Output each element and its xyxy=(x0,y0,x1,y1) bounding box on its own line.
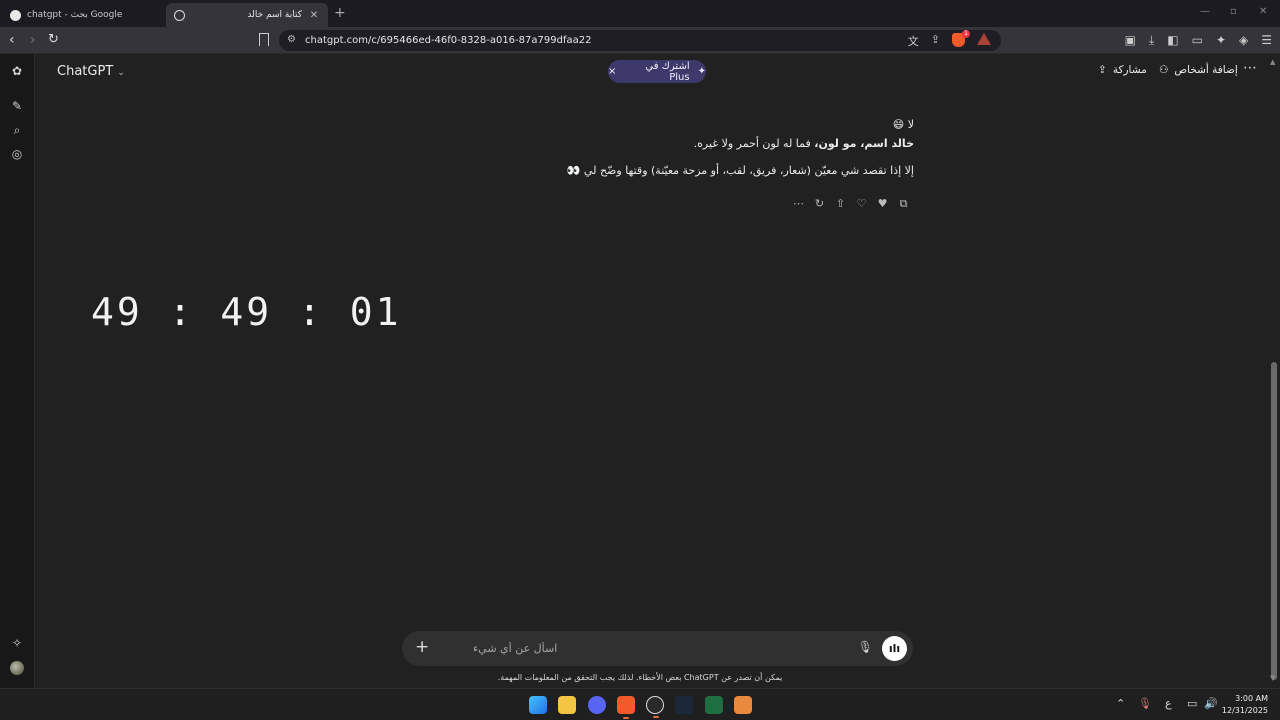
browser-tab-bar: chatgpt - بحث Google كتابة اسم خالد ✕ + … xyxy=(0,0,1280,27)
assistant-message: لا 😄 خالد اسم، مو لون، فما له لون أحمر و… xyxy=(414,115,914,180)
microphone-icon[interactable]: 🎙 xyxy=(858,640,873,654)
add-people-label: إضافة أشخاص xyxy=(1174,64,1238,76)
input-language[interactable]: ع xyxy=(1165,697,1172,710)
voice-mode-button[interactable]: ılı xyxy=(882,636,907,661)
upgrade-sparkle-icon[interactable]: ✧ xyxy=(10,636,24,650)
wallet-icon[interactable]: ▭ xyxy=(1192,33,1203,48)
more-actions-icon[interactable]: ⋯ xyxy=(792,197,805,210)
scrollbar[interactable]: ▲ ▼ xyxy=(1268,54,1280,688)
maximize-icon[interactable]: ▫ xyxy=(1230,6,1237,17)
share-button[interactable]: ⇪ مشاركة xyxy=(1098,64,1147,76)
chevron-down-icon: ⌄ xyxy=(117,68,125,78)
model-selector[interactable]: ChatGPT ⌄ xyxy=(57,64,125,79)
share-icon: ⇪ xyxy=(1098,64,1107,76)
network-icon[interactable]: ▭ xyxy=(1187,697,1197,710)
vpn-icon[interactable]: ◈ xyxy=(1239,33,1248,48)
obs-icon[interactable] xyxy=(646,696,664,718)
thumbs-up-icon[interactable]: ♥ xyxy=(876,197,889,210)
new-chat-icon[interactable]: ✎ xyxy=(10,99,24,113)
openai-logo-icon[interactable]: ✿ xyxy=(10,64,24,78)
message-actions: ⋯ ↻ ⇧ ♡ ♥ ⧉ xyxy=(792,197,910,210)
app-icon[interactable] xyxy=(734,696,752,714)
translate-icon[interactable]: 文 xyxy=(908,33,919,49)
forward-icon[interactable]: › xyxy=(30,32,36,48)
message-text: فما له لون أحمر ولا غيره. xyxy=(693,137,815,150)
reader-mode-icon[interactable]: ▣ xyxy=(1125,33,1136,48)
volume-icon[interactable]: 🔊 xyxy=(1204,697,1218,710)
regenerate-icon[interactable]: ↻ xyxy=(813,197,826,210)
chatgpt-icon xyxy=(174,9,185,21)
tab-google-search[interactable]: chatgpt - بحث Google xyxy=(4,3,164,27)
tab-chatgpt[interactable]: كتابة اسم خالد ✕ xyxy=(166,3,328,27)
brave-shields-icon[interactable]: 1 xyxy=(952,30,970,47)
new-tab-button[interactable]: + xyxy=(334,5,346,21)
time: 3:00 AM xyxy=(1235,694,1268,703)
bookmark-icon[interactable] xyxy=(259,33,269,46)
google-icon xyxy=(10,9,21,21)
search-icon[interactable]: ⌕ xyxy=(10,123,24,137)
thumbs-down-icon[interactable]: ♡ xyxy=(855,197,868,210)
reload-icon[interactable]: ↻ xyxy=(48,32,59,47)
add-people-button[interactable]: ⚇ إضافة أشخاص xyxy=(1159,64,1238,76)
url-text: chatgpt.com/c/695466ed-46f0-8328-a016-87… xyxy=(305,35,592,46)
windows-start-icon[interactable] xyxy=(529,696,547,714)
share-message-icon[interactable]: ⇧ xyxy=(834,197,847,210)
sidebar-rail: ✿ ✎ ⌕ ◎ ✧ xyxy=(0,54,35,688)
message-line: إلا إذا تقصد شي معيّن (شعار، فريق، لقب، … xyxy=(566,164,914,177)
plus-label: اشترك في Plus xyxy=(645,60,690,83)
copy-icon[interactable]: ⧉ xyxy=(897,197,910,210)
tray-chevron-icon[interactable]: ⌃ xyxy=(1116,697,1125,710)
library-icon[interactable]: ◎ xyxy=(10,147,24,161)
brave-browser-icon[interactable] xyxy=(617,696,635,719)
tab-title: chatgpt - بحث Google xyxy=(27,10,123,20)
back-icon[interactable]: ‹ xyxy=(9,32,15,48)
share-label: مشاركة xyxy=(1112,64,1147,76)
scroll-down-icon[interactable]: ▼ xyxy=(1270,674,1275,682)
date: 12/31/2025 xyxy=(1221,706,1268,715)
sparkle-icon: ✦ xyxy=(697,66,706,77)
prompt-input[interactable] xyxy=(473,639,853,657)
browser-toolbar: ‹ › ↻ ⚙ chatgpt.com/c/695466ed-46f0-8328… xyxy=(0,27,1280,54)
composer: + 🎙 ılı xyxy=(402,631,913,666)
microphone-tray-icon[interactable]: 🎙 xyxy=(1138,697,1152,710)
brave-rewards-icon[interactable] xyxy=(977,33,991,45)
downloads-icon[interactable]: ⤓ xyxy=(1149,33,1154,48)
sidebar-icon[interactable]: ◧ xyxy=(1167,33,1178,48)
file-explorer-icon[interactable] xyxy=(558,696,576,714)
site-settings-icon[interactable]: ⚙ xyxy=(287,34,296,45)
share-page-icon[interactable]: ⇪ xyxy=(931,33,940,49)
steam-icon[interactable] xyxy=(675,696,693,714)
app-title: ChatGPT xyxy=(57,64,114,79)
message-line: خالد اسم، مو لون، فما له لون أحمر ولا غي… xyxy=(414,134,914,153)
minimize-icon[interactable]: — xyxy=(1200,6,1210,17)
excel-icon[interactable] xyxy=(705,696,723,714)
close-window-icon[interactable]: ✕ xyxy=(1259,6,1267,17)
discord-icon[interactable] xyxy=(588,696,606,714)
system-clock[interactable]: 3:00 AM 12/31/2025 xyxy=(1222,693,1268,717)
scroll-up-icon[interactable]: ▲ xyxy=(1270,58,1275,66)
browser-actions: ▣ ⤓ ◧ ▭ ✦ ◈ ☰ xyxy=(1125,33,1272,48)
upgrade-plus-button[interactable]: × اشترك في Plus ✦ xyxy=(608,60,706,83)
add-attachment-icon[interactable]: + xyxy=(415,637,429,657)
close-icon[interactable]: × xyxy=(608,66,616,77)
url-actions: 文 ⇪ 1 xyxy=(908,30,991,49)
clock-overlay: 49 : 49 : 01 xyxy=(91,290,402,334)
close-tab-icon[interactable]: ✕ xyxy=(308,10,320,21)
address-bar[interactable]: ⚙ chatgpt.com/c/695466ed-46f0-8328-a016-… xyxy=(279,30,1001,51)
leo-ai-icon[interactable]: ✦ xyxy=(1216,33,1226,48)
disclaimer: يمكن أن تصدر عن ChatGPT بعض الأخطاء. لذل… xyxy=(497,673,783,682)
message-line: لا 😄 xyxy=(892,118,914,131)
tab-title: كتابة اسم خالد xyxy=(247,10,302,20)
taskbar: ⌃ 🎙 ع ▭ 🔊 3:00 AM 12/31/2025 xyxy=(0,688,1280,720)
shield-badge: 1 xyxy=(962,30,970,38)
scroll-thumb[interactable] xyxy=(1271,362,1277,680)
person-add-icon: ⚇ xyxy=(1159,64,1169,76)
message-bold: خالد اسم، مو لون، xyxy=(814,137,914,150)
more-options-icon[interactable]: ⋯ xyxy=(1243,60,1258,76)
menu-icon[interactable]: ☰ xyxy=(1261,33,1272,48)
